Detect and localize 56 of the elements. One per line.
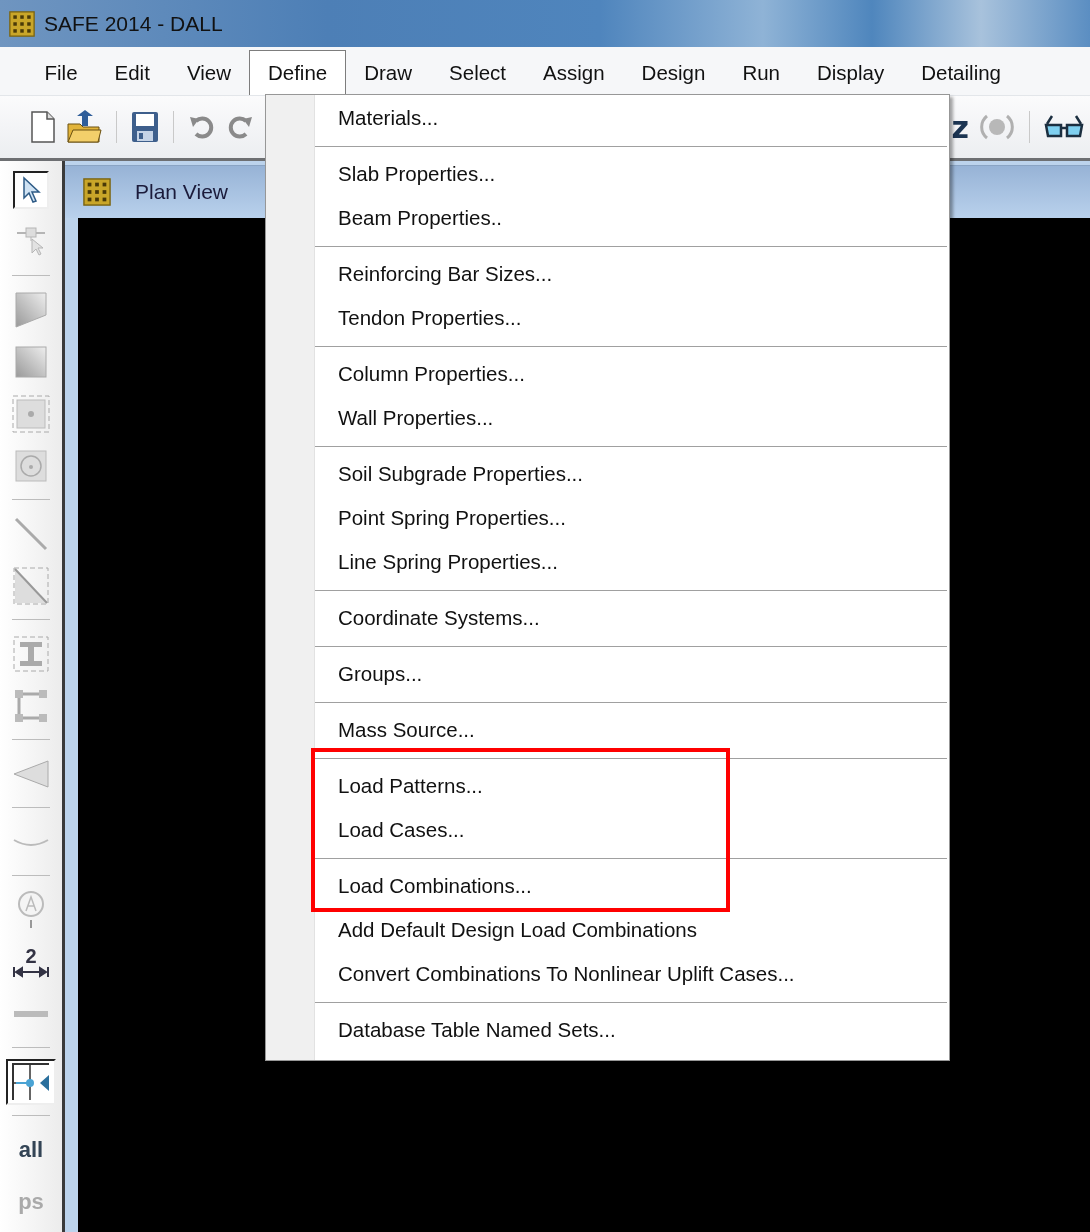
menu-option[interactable]: Database Table Named Sets...	[315, 1008, 626, 1052]
menu-option[interactable]: Beam Properties..	[315, 196, 513, 240]
menu-item[interactable]: Assign	[524, 50, 624, 95]
i-beam-icon[interactable]	[13, 636, 49, 672]
curve-icon[interactable]	[13, 836, 49, 848]
menu-option[interactable]: Reinforcing Bar Sizes...	[315, 252, 563, 296]
dashed-line-icon[interactable]	[13, 1010, 49, 1018]
new-document-icon[interactable]	[30, 111, 56, 143]
menu-option[interactable]: Load Cases...	[315, 808, 475, 852]
dashed-diagonal-icon[interactable]	[13, 567, 49, 605]
tool-button[interactable]	[13, 171, 49, 209]
menu-item[interactable]: Edit	[96, 50, 169, 95]
tool-button[interactable]	[6, 1059, 56, 1105]
app-icon	[8, 10, 36, 37]
menu-item[interactable]: Detailing	[902, 50, 1020, 95]
menu-item[interactable]: Display	[798, 50, 903, 95]
menu-option[interactable]: Column Properties...	[315, 352, 535, 396]
menu-option[interactable]: Load Combinations...	[315, 864, 542, 908]
menu-option[interactable]: Groups...	[315, 652, 433, 696]
menu-option[interactable]: Load Patterns...	[315, 764, 493, 808]
diagonal-line-icon[interactable]	[14, 517, 48, 551]
toolbar-button[interactable]: z	[951, 109, 969, 145]
menu-option[interactable]: Tendon Properties...	[315, 296, 532, 340]
menu-item[interactable]: Select	[430, 50, 525, 95]
menu-option[interactable]: Convert Combinations To Nonlinear Uplift Cases...	[315, 952, 805, 996]
menu-item[interactable]: Draw	[345, 50, 431, 95]
double-arrow-icon	[12, 966, 50, 978]
window-title: SAFE 2014 - DALL	[44, 11, 223, 36]
wedge-icon[interactable]	[12, 758, 50, 790]
snap-icon	[12, 1063, 50, 1101]
grid-bubble-icon[interactable]	[17, 891, 45, 929]
frame-icon[interactable]	[14, 689, 48, 723]
menu-option[interactable]: Add Default Design Load Combinations	[315, 908, 707, 952]
menu-item[interactable]: File	[26, 50, 97, 95]
menu-item[interactable]: View	[168, 50, 250, 95]
dimension-tool[interactable]: 2	[12, 946, 50, 978]
circle-square-icon[interactable]	[15, 450, 47, 482]
save-icon[interactable]	[131, 111, 159, 143]
menu-option[interactable]: Mass Source...	[315, 708, 485, 752]
menu-option[interactable]: Slab Properties...	[315, 152, 506, 196]
menu-option[interactable]: Line Spring Properties...	[315, 540, 568, 584]
glasses-icon[interactable]	[1044, 114, 1084, 140]
menu-item[interactable]: Run	[723, 50, 799, 95]
quad-icon[interactable]	[14, 291, 48, 329]
menu-option[interactable]: Wall Properties...	[315, 396, 504, 440]
menu-option[interactable]: Point Spring Properties...	[315, 496, 576, 540]
open-folder-icon[interactable]	[66, 110, 102, 144]
app-icon	[81, 178, 113, 206]
square-icon[interactable]	[15, 346, 47, 378]
tool-button[interactable]: all	[18, 1137, 44, 1163]
menu-item[interactable]: Design	[623, 50, 724, 95]
menu-option[interactable]: Coordinate Systems...	[315, 596, 550, 640]
menu-option[interactable]: Materials...	[315, 96, 449, 140]
menu-item[interactable]: Define	[249, 50, 346, 95]
menu-option[interactable]: Soil Subgrade Properties...	[315, 452, 593, 496]
window-title: Plan View	[135, 180, 228, 204]
